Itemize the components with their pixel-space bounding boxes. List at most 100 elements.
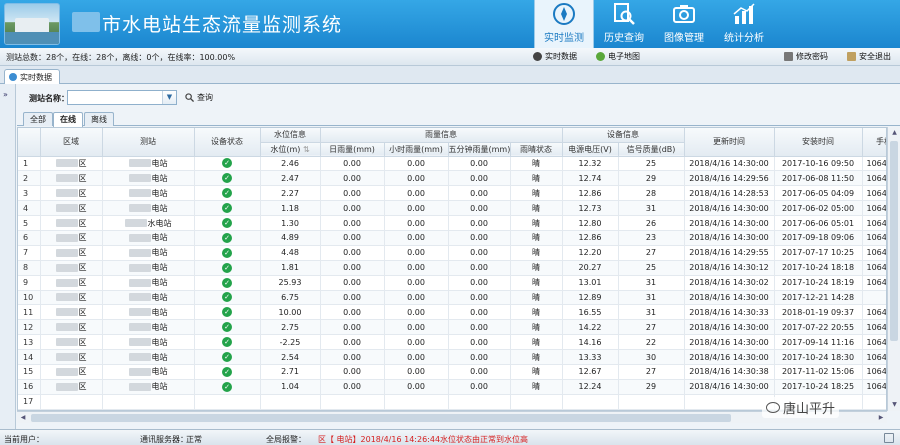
tab-realtime-data[interactable]: 实时数据: [4, 69, 60, 84]
col-signal[interactable]: 信号质量(dB): [618, 142, 685, 157]
table-row[interactable]: 6 区 电站 ✓ 4.89 0.00 0.00 0.00 晴 12.86 23 2018/4/16 1…: [18, 230, 886, 246]
tab-online[interactable]: 在线: [53, 112, 83, 127]
col-status[interactable]: 设备状态: [194, 128, 261, 157]
col-weather[interactable]: 雨晴状态: [510, 142, 563, 157]
cell-status: ✓: [194, 170, 261, 187]
cell-daily-rain-text: 0.00: [343, 278, 361, 288]
table-row[interactable]: 15 区 电站 ✓ 2.71 0.00 0.00 0.00 晴 12.67 27 2018/4/16 …: [18, 364, 886, 380]
scroll-up-icon[interactable]: ▲: [888, 127, 900, 139]
table-row[interactable]: 2 区 电站 ✓ 2.47 0.00 0.00 0.00 晴 12.74 29 2018/4/16 1…: [18, 170, 886, 187]
chevron-down-icon[interactable]: ▼: [162, 91, 176, 104]
nav-image-management[interactable]: 图像管理: [654, 0, 714, 48]
scroll-right-icon[interactable]: ▶: [875, 412, 887, 424]
col-daily-rain[interactable]: 日雨量(mm): [320, 142, 385, 157]
cell-region: 区: [40, 200, 103, 217]
row-index-text: 10: [23, 292, 34, 302]
logout-link[interactable]: 安全退出: [847, 51, 891, 62]
scroll-thumb[interactable]: [890, 141, 898, 341]
scroll-thumb-h[interactable]: [31, 414, 731, 422]
e-map-link[interactable]: 电子地图: [596, 51, 640, 62]
table-row[interactable]: 5 区 水电站 ✓ 1.30 0.00 0.00 0.00 晴 12.80 26 2018/4/16 …: [18, 215, 886, 231]
table-row[interactable]: 9 区 电站 ✓ 25.93 0.00 0.00 0.00 晴 13.01 31 2018/4/16 …: [18, 275, 886, 291]
col-hourly-rain[interactable]: 小时雨量(mm): [384, 142, 449, 157]
cell-five-min-rain: 0.00: [448, 364, 511, 380]
table-row[interactable]: 8 区 电站 ✓ 1.81 0.00 0.00 0.00 晴 20.27 25 2018/4/16 1…: [18, 260, 886, 276]
tab-offline[interactable]: 离线: [84, 112, 114, 126]
cell-install-time: 2017-10-24 18:18: [774, 260, 863, 276]
cell-sim-text: 106489: [866, 158, 887, 168]
cell-signal: 29: [618, 379, 685, 395]
cell-region-text: 区: [78, 218, 87, 228]
table-row[interactable]: 11 区 电站 ✓ 10.00 0.00 0.00 0.00 晴 16.55 31 2018/4/16…: [18, 304, 886, 321]
cell-water-level-text: 1.18: [281, 203, 299, 213]
group-rain: 雨量信息: [320, 128, 563, 143]
cell-voltage-text: 13.33: [578, 352, 602, 362]
col-region[interactable]: 区域: [40, 128, 103, 157]
cell-weather-text: 晴: [532, 158, 540, 168]
table-row[interactable]: 3 区 电站 ✓ 2.27 0.00 0.00 0.00 晴 12.86 28 2018/4/16 1…: [18, 185, 886, 202]
col-update-time[interactable]: 更新时间: [684, 128, 775, 157]
cell-daily-rain-text: 0.00: [343, 173, 361, 183]
tab-all[interactable]: 全部: [23, 112, 53, 126]
realtime-data-link[interactable]: 实时数据: [533, 51, 577, 62]
nav-statistics[interactable]: 统计分析: [714, 0, 774, 48]
redaction-mask: [55, 353, 78, 362]
nav-realtime-monitor[interactable]: 实时监测: [534, 0, 594, 48]
cell-weather: 晴: [510, 200, 563, 217]
cell-signal-text: 25: [645, 158, 657, 168]
cell-sim-text: 106486: [866, 203, 887, 213]
table-row[interactable]: 4 区 电站 ✓ 1.18 0.00 0.00 0.00 晴 12.73 31 2018/4/16 1…: [18, 200, 887, 217]
vertical-scrollbar[interactable]: ▲ ▼: [887, 127, 900, 411]
cell-five-min-rain: 0.00: [448, 185, 511, 202]
cell-region: 区: [40, 156, 103, 172]
scroll-left-icon[interactable]: ◀: [17, 412, 29, 424]
query-button[interactable]: 查询: [185, 92, 213, 103]
change-password-link[interactable]: 修改密码: [784, 51, 828, 62]
resize-grip-icon[interactable]: [884, 433, 894, 443]
row-index-text: 11: [23, 307, 34, 317]
cell-water-level-text: 25.93: [278, 278, 302, 288]
cell-weather: 晴: [510, 349, 563, 365]
expand-chevron-icon[interactable]: »: [3, 90, 8, 99]
horizontal-scrollbar[interactable]: ◀ ▶: [17, 411, 887, 423]
cell-install-time-text: 2017-06-08 11:50: [781, 173, 855, 183]
table-row[interactable]: 17: [18, 394, 886, 410]
scroll-down-icon[interactable]: ▼: [888, 399, 900, 411]
cell-hourly-rain-text: 0.00: [407, 337, 425, 347]
redaction-mask: [55, 367, 78, 376]
col-five-min-rain[interactable]: 五分钟雨量(mm): [448, 142, 511, 157]
cell-station: 电站: [102, 156, 195, 172]
col-install-time[interactable]: 安装时间: [774, 128, 863, 157]
check-ok-icon: ✓: [222, 292, 232, 303]
col-voltage[interactable]: 电源电压(V): [562, 142, 619, 157]
col-station[interactable]: 测站: [102, 128, 195, 157]
station-name-combo[interactable]: ▼: [67, 90, 177, 105]
nav-history-query[interactable]: 历史查询: [594, 0, 654, 48]
cell-status: [194, 394, 261, 410]
cell-update-time-text: 2018/4/16 14:30:12: [689, 263, 769, 273]
sort-icon[interactable]: ⇅: [303, 145, 310, 154]
cell-station: 水电站: [102, 215, 195, 231]
cell-update-time-text: 2018/4/16 14:30:02: [689, 278, 769, 288]
redaction-mask: [124, 219, 147, 227]
table-row[interactable]: 14 区 电站 ✓ 2.54 0.00 0.00 0.00 晴 13.33 30 2018/4/16 …: [18, 349, 886, 365]
cell-voltage: 20.27: [562, 260, 619, 276]
cell-five-min-rain-text: 0.00: [470, 173, 488, 183]
realtime-icon: [533, 52, 542, 61]
table-row[interactable]: 10 区 电站 ✓ 6.75 0.00 0.00 0.00 晴 12.89 31 2018/4/16 …: [18, 290, 886, 306]
table-row[interactable]: 7 区 电站 ✓ 4.48 0.00 0.00 0.00 晴 12.20 27 2018/4/16 1…: [18, 245, 886, 261]
cell-weather: 晴: [510, 230, 563, 246]
cell-update-time: 2018/4/16 14:30:00: [684, 156, 775, 172]
side-collapse-strip[interactable]: »: [0, 84, 16, 430]
cell-voltage: 12.32: [562, 156, 619, 172]
table-row[interactable]: 1 区 电站 ✓ 2.46 0.00 0.00 0.00 晴 12.32 25 2018/4/16 1…: [18, 156, 887, 172]
dam-logo: [4, 3, 60, 45]
check-ok-icon: ✓: [222, 277, 232, 288]
row-index: 12: [18, 319, 41, 336]
col-water-level[interactable]: 水位(m) ⇅: [260, 142, 321, 157]
current-user-label: 当前用户：: [4, 435, 44, 444]
table-row[interactable]: 16 区 电站 ✓ 1.04 0.00 0.00 0.00 晴 12.24 29 2018/4/16 …: [18, 379, 886, 395]
table-row[interactable]: 13 区 电站 ✓ -2.25 0.00 0.00 0.00 晴 14.16 22 2018/4/16…: [18, 334, 886, 351]
table-row[interactable]: 12 区 电站 ✓ 2.75 0.00 0.00 0.00 晴 14.22 27 2018/4/16 …: [18, 319, 886, 336]
col-sim[interactable]: 手机卡号: [862, 128, 886, 157]
